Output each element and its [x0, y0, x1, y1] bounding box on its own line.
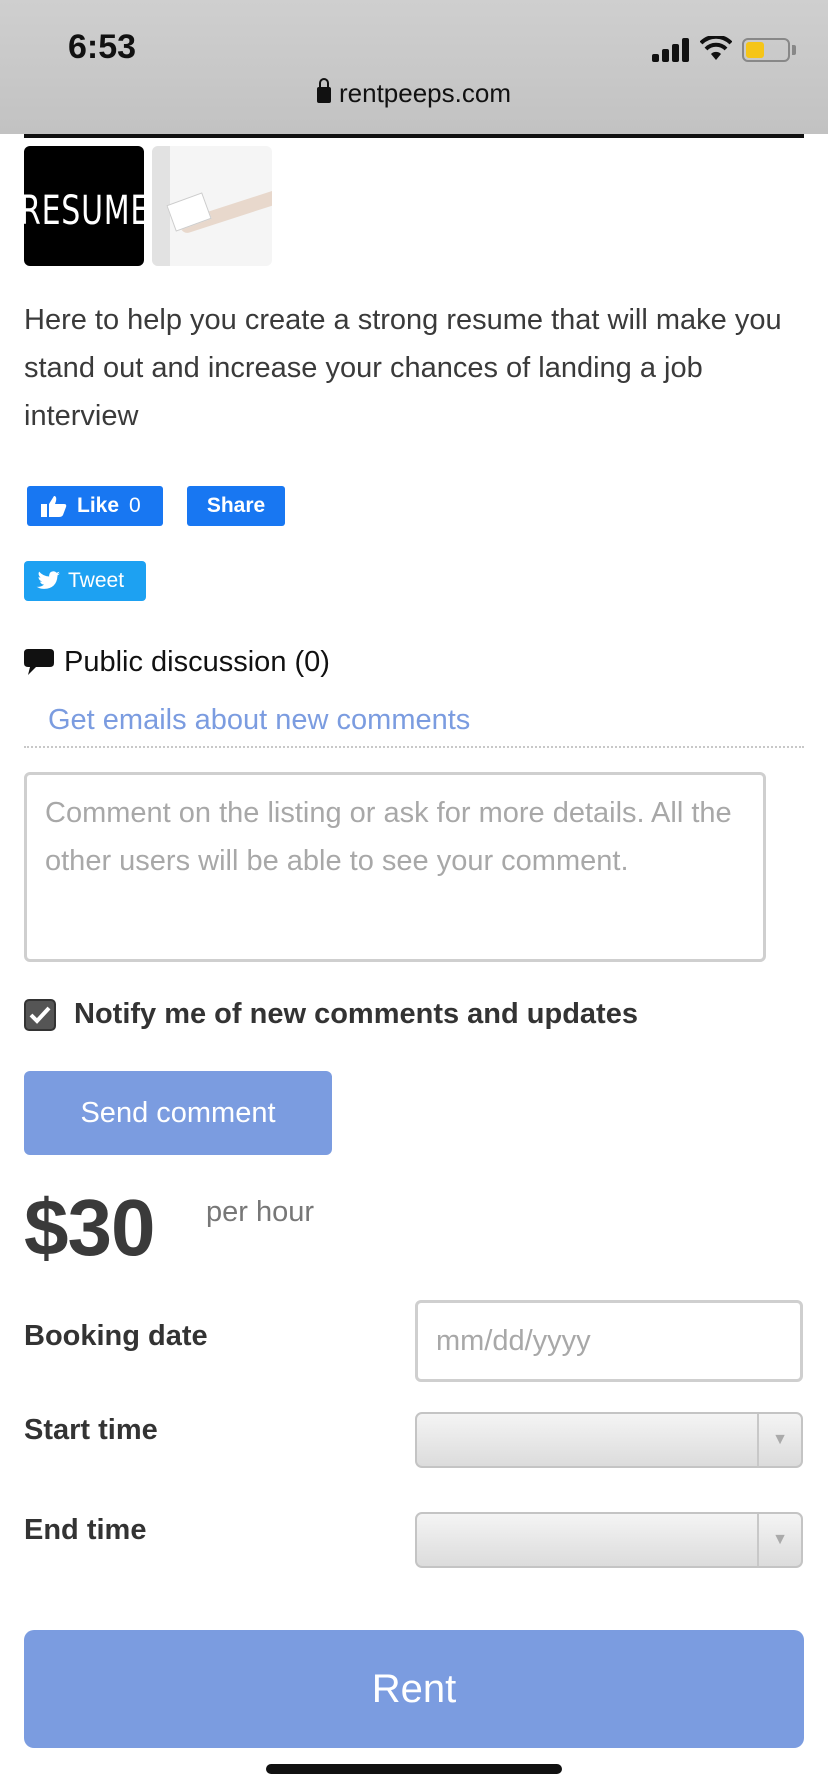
facebook-share-button[interactable]: Share — [187, 486, 285, 526]
start-time-label: Start time — [24, 1414, 158, 1446]
home-indicator — [266, 1764, 562, 1774]
price: $30 — [24, 1183, 155, 1272]
notify-label: Notify me of new comments and updates — [74, 998, 638, 1030]
twitter-bird-icon — [36, 571, 60, 589]
booking-date-label: Booking date — [24, 1320, 208, 1352]
chevron-down-icon: ▼ — [757, 1514, 801, 1566]
checkmark-icon — [29, 1006, 51, 1024]
get-emails-link[interactable]: Get emails about new comments — [48, 704, 470, 737]
like-label: Like — [77, 494, 120, 517]
facebook-like-button[interactable]: Like 0 — [27, 486, 163, 526]
discussion-divider — [24, 746, 804, 748]
cellular-signal-icon — [652, 38, 692, 62]
notify-checkbox[interactable] — [24, 998, 56, 1031]
start-time-select[interactable]: ▼ — [415, 1412, 803, 1468]
clock: 6:53 — [68, 28, 137, 66]
header-divider — [24, 134, 804, 138]
resume-image-text: RESUME — [24, 188, 144, 234]
thumbs-up-icon — [41, 496, 67, 517]
discussion-heading: Public discussion (0) — [24, 646, 330, 679]
tweet-button[interactable]: Tweet — [24, 561, 146, 601]
battery-icon — [742, 38, 790, 62]
chevron-down-icon: ▼ — [757, 1414, 801, 1466]
comment-input[interactable] — [24, 772, 766, 962]
url-text: rentpeeps.com — [339, 78, 511, 108]
like-count: 0 — [129, 494, 141, 517]
share-label: Share — [206, 494, 266, 517]
price-unit: per hour — [206, 1196, 315, 1228]
end-time-label: End time — [24, 1514, 147, 1546]
status-bar: 6:53 rentpeeps.com — [0, 0, 828, 134]
discussion-title: Public discussion (0) — [64, 646, 330, 678]
wifi-icon — [700, 36, 732, 60]
speech-bubble-icon — [24, 648, 54, 675]
booking-date-input[interactable] — [415, 1300, 803, 1382]
gallery-thumbnail-resume[interactable]: RESUME — [24, 146, 144, 266]
gallery-thumbnail-hand[interactable] — [152, 146, 272, 266]
address-bar[interactable]: rentpeeps.com — [0, 78, 828, 109]
listing-description: Here to help you create a strong resume … — [24, 304, 782, 432]
send-comment-button[interactable]: Send comment — [24, 1071, 332, 1155]
rent-button[interactable]: Rent — [24, 1630, 804, 1748]
tweet-label: Tweet — [68, 569, 125, 592]
notify-option[interactable]: Notify me of new comments and updates — [24, 998, 638, 1031]
lock-icon — [317, 78, 331, 103]
end-time-select[interactable]: ▼ — [415, 1512, 803, 1568]
